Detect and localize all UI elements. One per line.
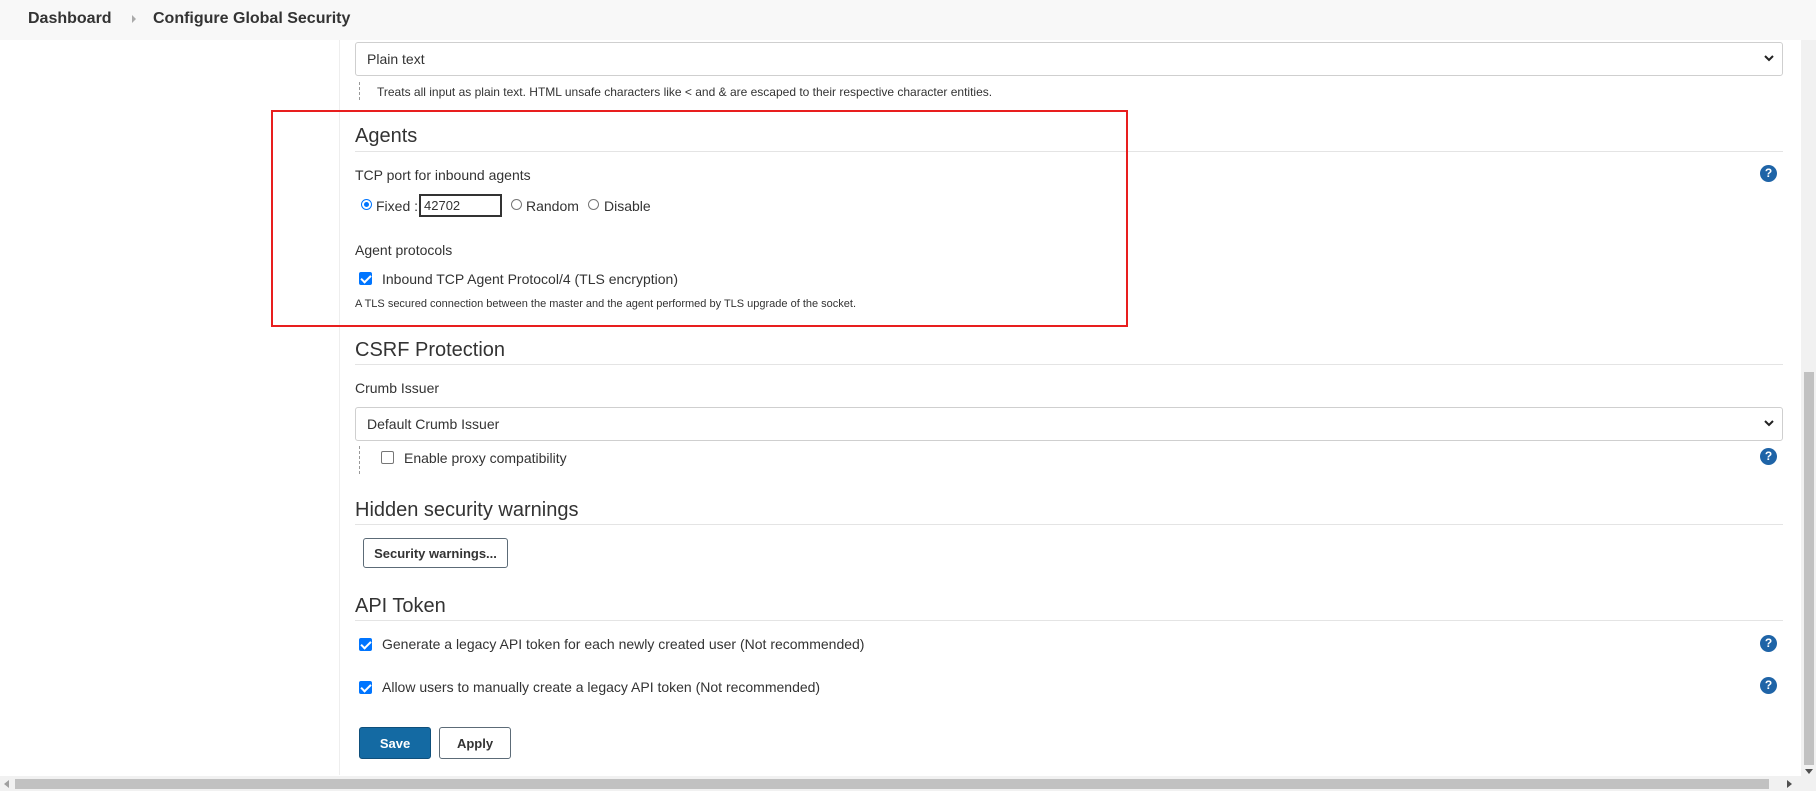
proxy-compatibility-label: Enable proxy compatibility	[404, 450, 567, 466]
vertical-scrollbar[interactable]	[1801, 40, 1816, 776]
description-divider	[359, 446, 360, 474]
proxy-compatibility-checkbox[interactable]	[381, 451, 394, 464]
markup-formatter-select[interactable]: Plain text	[355, 42, 1783, 76]
security-warnings-button[interactable]: Security warnings...	[363, 538, 508, 568]
section-divider	[355, 620, 1783, 621]
scroll-right-arrow-icon[interactable]	[1787, 780, 1792, 788]
chevron-down-icon	[1764, 55, 1774, 62]
scroll-left-arrow-icon[interactable]	[4, 780, 9, 788]
crumb-issuer-label: Crumb Issuer	[355, 380, 440, 396]
markup-formatter-description: Treats all input as plain text. HTML uns…	[377, 85, 993, 99]
help-icon[interactable]: ?	[1760, 635, 1777, 652]
description-divider	[359, 82, 360, 100]
scroll-down-arrow-icon[interactable]	[1805, 769, 1813, 774]
help-icon[interactable]: ?	[1760, 165, 1777, 182]
horizontal-scrollbar-thumb[interactable]	[15, 779, 1769, 789]
section-divider	[355, 364, 1783, 365]
help-icon[interactable]: ?	[1760, 677, 1777, 694]
chevron-down-icon	[1764, 420, 1774, 427]
breadcrumb: Dashboard Configure Global Security	[0, 0, 1816, 40]
hidden-warnings-section-title: Hidden security warnings	[355, 499, 579, 521]
legacy-token-generate-checkbox[interactable]	[359, 638, 372, 651]
api-token-section-title: API Token	[355, 595, 446, 617]
apply-button[interactable]: Apply	[439, 727, 511, 759]
breadcrumb-separator-icon	[132, 15, 136, 23]
save-button[interactable]: Save	[359, 727, 431, 759]
breadcrumb-dashboard[interactable]: Dashboard	[28, 10, 112, 28]
vertical-scrollbar-thumb[interactable]	[1804, 372, 1814, 765]
legacy-token-generate-label: Generate a legacy API token for each new…	[382, 636, 865, 652]
breadcrumb-configure-global-security[interactable]: Configure Global Security	[153, 10, 350, 28]
crumb-issuer-selected: Default Crumb Issuer	[367, 416, 500, 432]
legacy-token-manual-checkbox[interactable]	[359, 681, 372, 694]
help-icon[interactable]: ?	[1760, 448, 1777, 465]
horizontal-scrollbar[interactable]	[0, 776, 1816, 791]
highlight-box	[271, 110, 1128, 327]
section-divider	[355, 524, 1783, 525]
csrf-section-title: CSRF Protection	[355, 339, 506, 361]
crumb-issuer-select[interactable]: Default Crumb Issuer	[355, 407, 1783, 441]
legacy-token-manual-label: Allow users to manually create a legacy …	[382, 679, 821, 695]
markup-formatter-selected: Plain text	[367, 51, 425, 67]
